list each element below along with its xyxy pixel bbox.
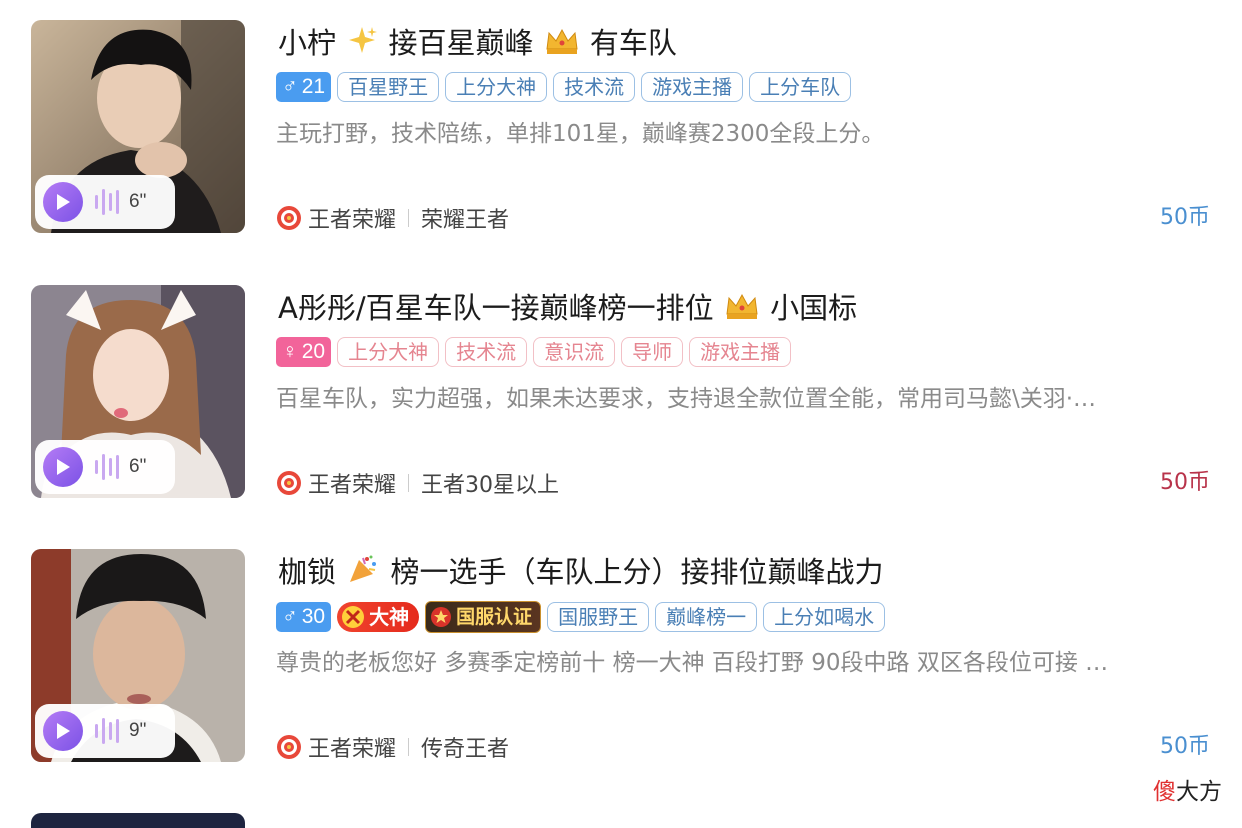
national-cert-badge: 国服认证 xyxy=(425,601,542,633)
listing-description: 百星车队，实力超强，如果未达要求，支持退全款位置全能，常用司马懿\关羽·… xyxy=(276,386,1097,412)
game-logo-icon xyxy=(277,735,301,759)
skill-tag: 技术流 xyxy=(445,337,528,367)
voice-duration: 6" xyxy=(129,456,147,477)
price-label: 50币 xyxy=(1160,205,1210,230)
voice-intro-button[interactable]: 9" xyxy=(35,704,175,758)
listing-card-1[interactable]: 6" 小柠 接百星巅峰 有车队 ♂ 21 百星野王 上分大神 技术流 游戏主播 … xyxy=(0,0,1242,265)
skill-tag: 上分车队 xyxy=(749,72,852,102)
game-info: 王者荣耀 王者30星以上 xyxy=(276,465,559,501)
crossed-swords-icon xyxy=(342,606,365,628)
play-icon[interactable] xyxy=(43,447,83,487)
rank-label: 王者30星以上 xyxy=(421,473,560,498)
listing-card-4-partial[interactable] xyxy=(31,813,245,828)
play-icon[interactable] xyxy=(43,711,83,751)
skill-tag: 上分如喝水 xyxy=(763,602,886,632)
title-text: 小国标 xyxy=(770,291,858,325)
price-label: 50币 xyxy=(1160,734,1210,759)
listing-title[interactable]: 枷锁 榜一选手（车队上分）接排位巅峰战力 xyxy=(278,551,883,593)
title-text: 小柠 xyxy=(278,26,337,60)
title-text: A彤彤/百星车队一接巅峰榜一排位 xyxy=(278,291,714,325)
tag-row: ♂ 30 大神 国服认证 国服野王 巅峰榜一 上分如喝水 xyxy=(276,601,886,633)
sparkles-icon xyxy=(347,24,378,66)
tag-row: ♂ 21 百星野王 上分大神 技术流 游戏主播 上分车队 xyxy=(276,72,852,102)
audio-wave-icon xyxy=(95,189,119,215)
voice-duration: 9" xyxy=(129,720,147,741)
skill-tag: 意识流 xyxy=(533,337,616,367)
game-name: 王者荣耀 xyxy=(308,208,397,233)
skill-tag: 导师 xyxy=(621,337,684,367)
title-text: 榜一选手（车队上分）接排位巅峰战力 xyxy=(390,555,884,589)
divider xyxy=(408,209,410,227)
avatar-photo[interactable]: 6" xyxy=(31,285,245,498)
voice-duration: 6" xyxy=(129,191,147,212)
skill-tag: 上分大神 xyxy=(337,337,440,367)
divider xyxy=(408,474,410,492)
audio-wave-icon xyxy=(95,718,119,744)
listing-title[interactable]: A彤彤/百星车队一接巅峰榜一排位 小国标 xyxy=(278,287,857,329)
game-logo-icon xyxy=(277,471,301,495)
male-icon: ♂ xyxy=(282,75,298,98)
title-text: 接百星巅峰 xyxy=(388,26,534,60)
avatar-photo[interactable]: 9" xyxy=(31,549,245,762)
male-icon: ♂ xyxy=(282,605,298,628)
price-label: 50币 xyxy=(1160,470,1210,495)
voice-intro-button[interactable]: 6" xyxy=(35,175,175,229)
skill-tag: 技术流 xyxy=(553,72,636,102)
female-icon: ♀ xyxy=(282,340,298,363)
game-info: 王者荣耀 传奇王者 xyxy=(276,729,509,765)
skill-tag: 巅峰榜一 xyxy=(655,602,758,632)
listing-description: 尊贵的老板您好 多赛季定榜前十 榜一大神 百段打野 90段中路 双区各段位可接 … xyxy=(276,650,1109,676)
voice-intro-button[interactable]: 6" xyxy=(35,440,175,494)
crown-icon xyxy=(725,289,759,331)
play-icon[interactable] xyxy=(43,182,83,222)
crown-icon xyxy=(545,24,579,66)
skill-tag: 游戏主播 xyxy=(641,72,744,102)
listing-title[interactable]: 小柠 接百星巅峰 有车队 xyxy=(278,22,677,64)
game-logo-icon xyxy=(277,206,301,230)
rank-label: 荣耀王者 xyxy=(421,208,510,233)
audio-wave-icon xyxy=(95,454,119,480)
listing-card-3[interactable]: 9" 枷锁 榜一选手（车队上分）接排位巅峰战力 ♂ 30 大神 国服认证 国服野… xyxy=(0,529,1242,794)
watermark: 傻大方 xyxy=(1153,779,1222,805)
rank-label: 传奇王者 xyxy=(421,737,510,762)
tag-row: ♀ 20 上分大神 技术流 意识流 导师 游戏主播 xyxy=(276,337,792,367)
skill-tag: 游戏主播 xyxy=(689,337,792,367)
game-info: 王者荣耀 荣耀王者 xyxy=(276,200,509,236)
title-text: 有车队 xyxy=(589,26,677,60)
skill-tag: 国服野王 xyxy=(547,602,650,632)
listing-description: 主玩打野，技术陪练，单排101星，巅峰赛2300全段上分。 xyxy=(276,121,885,147)
divider xyxy=(408,738,410,756)
master-badge: 大神 xyxy=(337,602,420,632)
listing-card-2[interactable]: 6" A彤彤/百星车队一接巅峰榜一排位 小国标 ♀ 20 上分大神 技术流 意识… xyxy=(0,265,1242,530)
gender-age-badge: ♂ 30 xyxy=(276,602,332,632)
avatar-photo[interactable]: 6" xyxy=(31,20,245,233)
title-text: 枷锁 xyxy=(278,555,337,589)
gender-age-badge: ♀ 20 xyxy=(276,337,332,367)
skill-tag: 百星野王 xyxy=(337,72,440,102)
game-name: 王者荣耀 xyxy=(308,473,397,498)
skill-tag: 上分大神 xyxy=(445,72,548,102)
party-popper-icon xyxy=(347,553,379,595)
game-name: 王者荣耀 xyxy=(308,737,397,762)
emblem-icon xyxy=(431,607,452,627)
gender-age-badge: ♂ 21 xyxy=(276,72,332,102)
